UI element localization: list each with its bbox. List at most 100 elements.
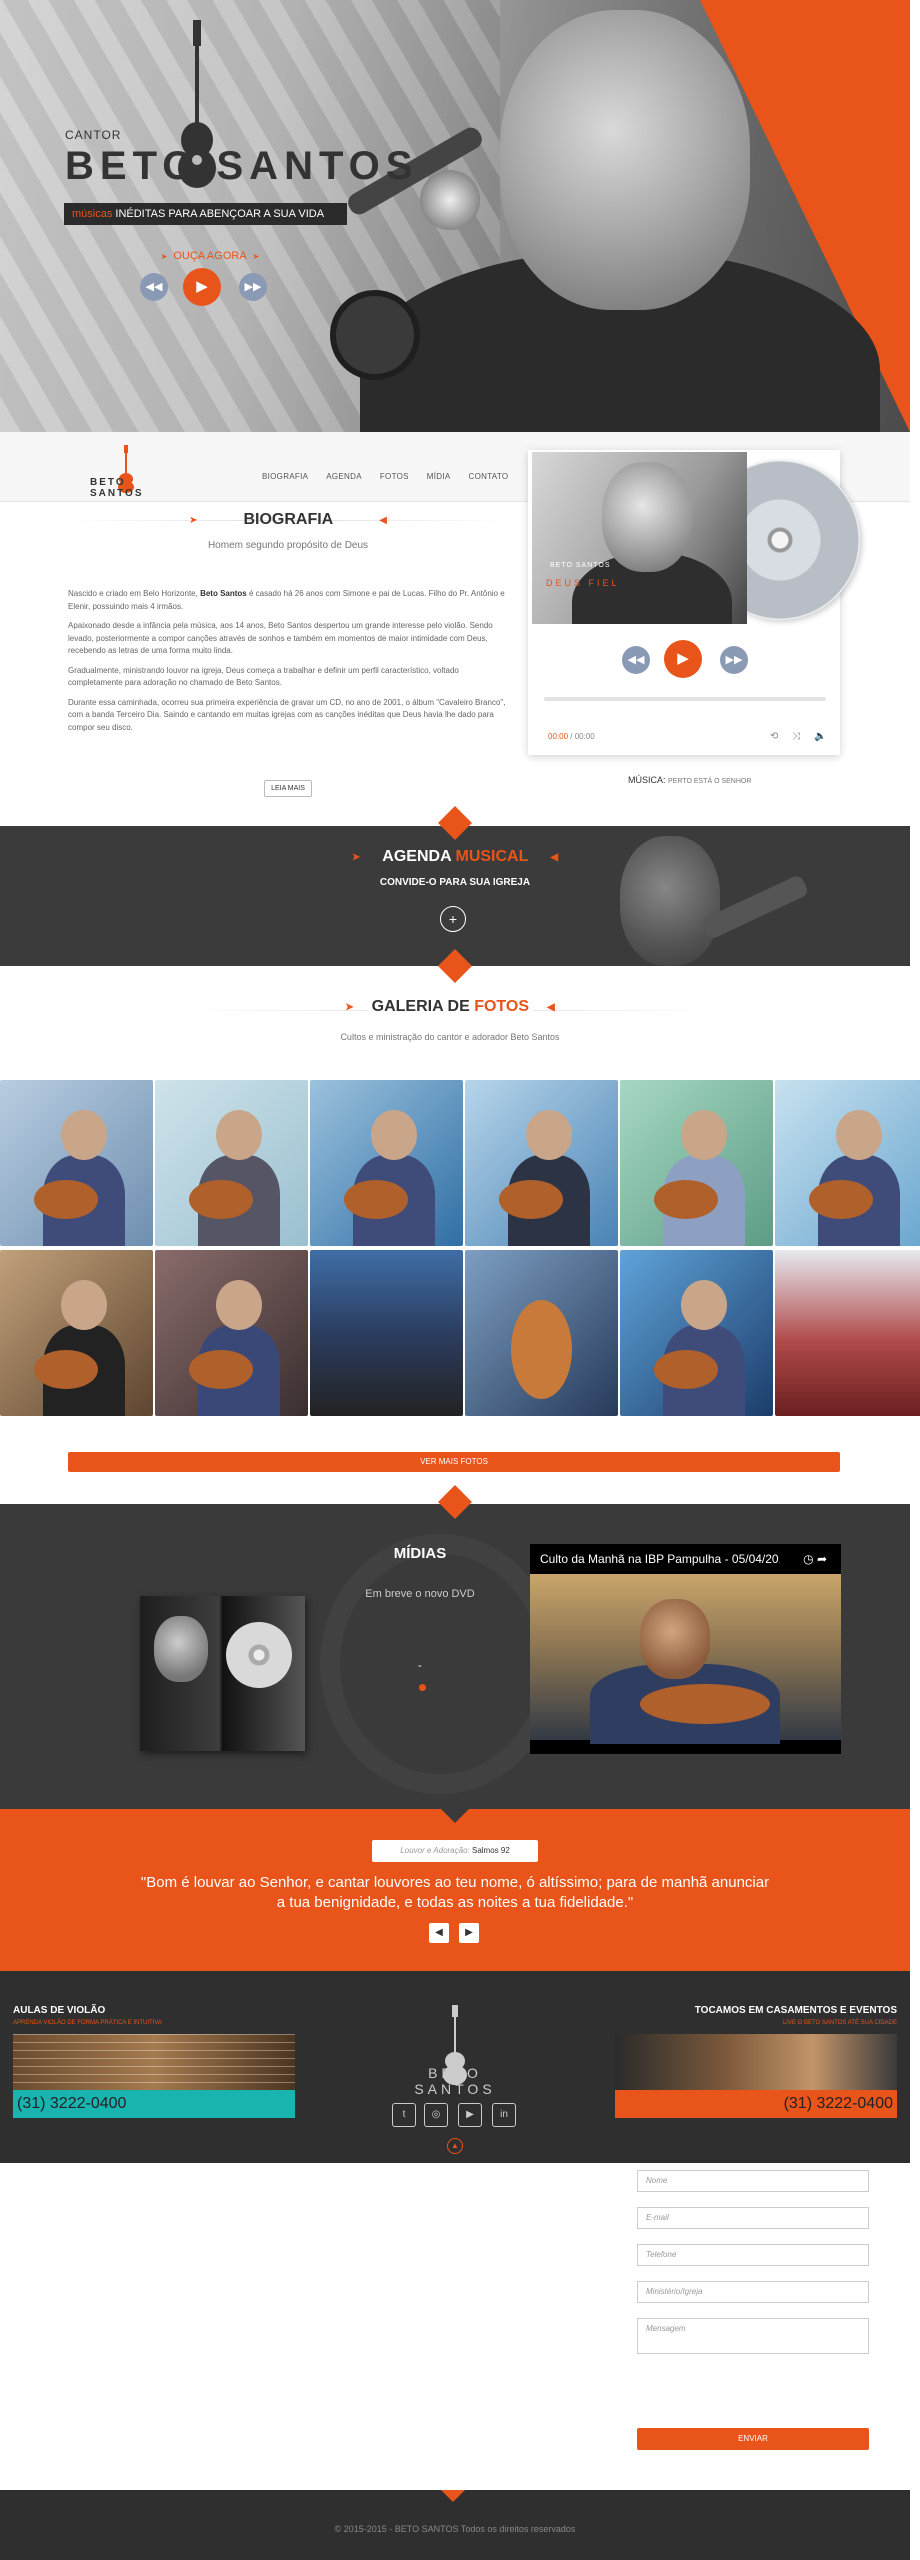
repeat-icon[interactable]: ⟲ — [770, 731, 778, 742]
volume-icon[interactable]: 🔈 — [814, 731, 826, 742]
nav-item-contato[interactable]: CONTATO — [469, 472, 509, 481]
hero-cantor-label: CANTOR — [65, 128, 122, 142]
arrow-right-icon: ➤ — [345, 1001, 354, 1013]
see-more-photos-button[interactable]: VER MAIS FOTOS — [68, 1452, 840, 1472]
rewind-icon: ◀◀ — [627, 654, 645, 666]
ministry-field[interactable]: Ministério/Igreja — [637, 2281, 869, 2303]
linkedin-icon[interactable]: in — [492, 2103, 516, 2127]
arrow-right-icon: ➤ — [351, 851, 361, 863]
quote-reference: Louvor e Adoração: Salmos 92 — [372, 1840, 538, 1862]
time-current: 00:00 — [548, 732, 569, 741]
guitar-lessons-title: AULAS DE VIOLÃO — [13, 2005, 106, 2016]
nav-item-agenda[interactable]: AGENDA — [326, 472, 362, 481]
gallery-photo[interactable] — [620, 1250, 773, 1416]
gallery-photo[interactable] — [0, 1250, 153, 1416]
media-subtitle: Em breve o novo DVD — [365, 1588, 475, 1600]
guitar-lessons-subtitle: APRENDA VIOLÃO DE FORMA PRÁTICA E INTUIT… — [13, 2020, 162, 2026]
read-more-button[interactable]: LEIA MAIS — [264, 780, 312, 797]
hero-prev-button[interactable]: ◀◀ — [140, 273, 168, 301]
media-dash: - — [418, 1660, 422, 1672]
nav-item-fotos[interactable]: FOTOS — [380, 472, 409, 481]
player-prev-button[interactable]: ◀◀ — [622, 646, 650, 674]
chevron-left-icon: ◀ — [435, 1927, 443, 1938]
media-title: MÍDIAS — [393, 1545, 447, 1562]
arrow-left-icon: ◀ — [379, 514, 387, 526]
guitar-icon — [330, 290, 420, 380]
time-total: / 00:00 — [570, 732, 595, 741]
album-logo: BETO SANTOS — [550, 562, 611, 569]
quote-prev-button[interactable]: ◀ — [429, 1923, 449, 1943]
arrow-left-icon: ◀ — [550, 851, 559, 863]
bio-title: BIOGRAFIA — [243, 511, 334, 528]
phone-field[interactable]: Telefone — [637, 2244, 869, 2266]
now-playing-label: MÚSICA: — [628, 775, 666, 785]
video-player[interactable]: Culto da Manhã na IBP Pampulha - 05/04/2… — [530, 1544, 841, 1754]
hero-singer-head — [500, 10, 750, 310]
gallery-photo[interactable] — [310, 1250, 463, 1416]
message-field[interactable]: Mensagem — [637, 2318, 869, 2354]
gallery-photo[interactable] — [155, 1080, 308, 1246]
gallery-photo[interactable] — [465, 1250, 618, 1416]
gallery-photo[interactable] — [155, 1250, 308, 1416]
player-time: 00:00 / 00:00 — [548, 732, 595, 741]
nav-item-midia[interactable]: MÍDIA — [427, 472, 451, 481]
carousel-dot[interactable] — [419, 1684, 426, 1691]
scroll-top-button[interactable]: ▲ — [447, 2138, 463, 2154]
instagram-icon[interactable]: ◎ — [424, 2103, 448, 2127]
gallery-photo[interactable] — [775, 1080, 920, 1246]
name-field[interactable]: Nome — [637, 2170, 869, 2192]
fast-forward-icon: ▶▶ — [725, 654, 743, 666]
gallery-title: ➤ GALERIA DE FOTOS ◀ — [345, 998, 555, 1016]
chevron-right-icon: ▶ — [465, 1927, 473, 1938]
hero-logo: CANTOR BETO SANTOS — [65, 20, 412, 210]
gallery-photo[interactable] — [465, 1080, 618, 1246]
shuffle-icon[interactable]: ⤨ — [792, 731, 800, 742]
footer-logo-text: BETO SANTOS — [414, 2065, 496, 2097]
twitter-icon[interactable]: t — [392, 2103, 416, 2127]
page: CANTOR BETO SANTOS músicas INÉDITAS PARA… — [0, 0, 920, 2560]
video-title[interactable]: Culto da Manhã na IBP Pampulha - 05/04/2… — [540, 1552, 780, 1566]
quote-text: "Bom é louvar ao Senhor, e cantar louvor… — [140, 1874, 770, 1911]
nav-item-biografia[interactable]: BIOGRAFIA — [262, 472, 308, 481]
player-progress-bar[interactable] — [544, 697, 826, 701]
gallery-photo[interactable] — [775, 1250, 920, 1416]
arrow-left-icon: ◀ — [547, 1001, 555, 1013]
dvd-cover — [140, 1596, 305, 1751]
album-title: DEUS FIEL — [546, 578, 620, 588]
gallery-photo[interactable] — [0, 1080, 153, 1246]
guitar-lessons-phone[interactable]: (31) 3222-0400 — [13, 2090, 295, 2118]
photo-gallery — [0, 1080, 920, 1416]
play-icon: ▶ — [677, 650, 689, 667]
youtube-icon[interactable]: ▶ — [458, 2103, 482, 2127]
chevron-up-icon: ▲ — [451, 2141, 459, 2150]
agenda-subtitle: CONVIDE-O PARA SUA IGREJA — [379, 877, 531, 888]
hero-artist-name: BETO SANTOS — [65, 144, 419, 188]
hero-tagline: músicas INÉDITAS PARA ABENÇOAR A SUA VID… — [64, 203, 347, 225]
share-icon[interactable]: ➦ — [817, 1552, 827, 1566]
hero-play-button[interactable]: ▶ — [183, 268, 221, 306]
clock-icon[interactable]: ◷ — [803, 1552, 813, 1566]
bio-paragraph: Nascido e criado em Belo Horizonte, Beto… — [68, 589, 505, 611]
bio-subtitle: Homem segundo propósito de Deus — [207, 540, 369, 551]
bio-section-title: ➤ BIOGRAFIA ◀ — [68, 508, 508, 532]
guitar-lessons-image — [13, 2034, 295, 2090]
quote-next-button[interactable]: ▶ — [459, 1923, 479, 1943]
submit-button[interactable]: ENVIAR — [637, 2428, 869, 2450]
music-clef-decoration — [320, 1534, 560, 1794]
listen-now-label: OUÇA AGORA — [150, 250, 270, 262]
agenda-plus-button[interactable]: + — [440, 906, 466, 932]
footer-logo: BETO SANTOS — [385, 2005, 525, 2097]
player-next-button[interactable]: ▶▶ — [720, 646, 748, 674]
events-phone[interactable]: (31) 3222-0400 — [615, 2090, 897, 2118]
player-play-button[interactable]: ▶ — [664, 640, 702, 678]
gallery-photo[interactable] — [310, 1080, 463, 1246]
rewind-icon: ◀◀ — [145, 281, 163, 293]
email-field[interactable]: E-mail — [637, 2207, 869, 2229]
agenda-section — [0, 826, 910, 966]
tagline-accent: músicas — [72, 208, 113, 220]
fast-forward-icon: ▶▶ — [244, 281, 262, 293]
gallery-photo[interactable] — [620, 1080, 773, 1246]
copyright: © 2015-2015 - BETO SANTOS Todos os direi… — [334, 2524, 576, 2534]
hero-next-button[interactable]: ▶▶ — [239, 273, 267, 301]
nav-logo[interactable]: BETO SANTOS — [90, 445, 180, 499]
